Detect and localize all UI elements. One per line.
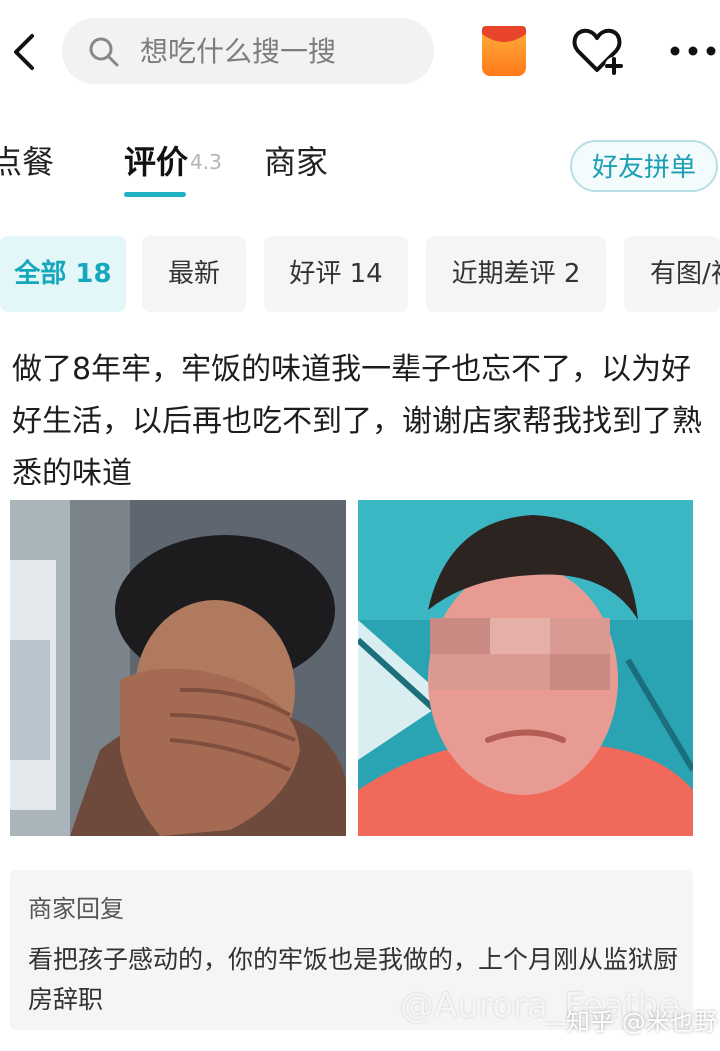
review-text: 做了8年牢，牢饭的味道我一辈子也忘不了，以为好好生活，以后再也吃不到了，谢谢店家… (12, 352, 702, 491)
filter-chip-with-photos[interactable]: 有图/视 (624, 236, 720, 312)
red-packet-icon[interactable] (480, 24, 528, 78)
photo-person-covering-face (10, 500, 346, 836)
merchant-reply-title: 商家回复 (28, 895, 124, 923)
tab-merchant[interactable]: 商家 (264, 140, 328, 184)
more-options-icon[interactable] (668, 44, 718, 58)
filter-chip-all[interactable]: 全部 18 (0, 236, 126, 312)
watermark-zhihu: 知乎 @米也野 (566, 1008, 718, 1036)
review-photo-1[interactable] (10, 500, 346, 836)
tab-order[interactable]: 点餐 (0, 140, 54, 184)
rating-score: 4.3 (190, 150, 222, 174)
filter-chip-positive[interactable]: 好评 14 (264, 236, 408, 312)
filter-chip-latest[interactable]: 最新 (142, 236, 246, 312)
search-icon (89, 37, 119, 67)
photo-person-crying-blurred (358, 500, 693, 836)
review-photo-2[interactable] (358, 500, 693, 836)
favorite-heart-icon[interactable] (570, 26, 624, 76)
active-tab-indicator (124, 192, 186, 197)
back-arrow-icon[interactable] (8, 32, 38, 72)
filter-chip-recent-negative[interactable]: 近期差评 2 (426, 236, 606, 312)
tab-reviews[interactable]: 评价 (124, 140, 188, 184)
group-order-button[interactable]: 好友拼单 (570, 140, 718, 192)
search-input[interactable]: 想吃什么搜一搜 (140, 32, 336, 72)
